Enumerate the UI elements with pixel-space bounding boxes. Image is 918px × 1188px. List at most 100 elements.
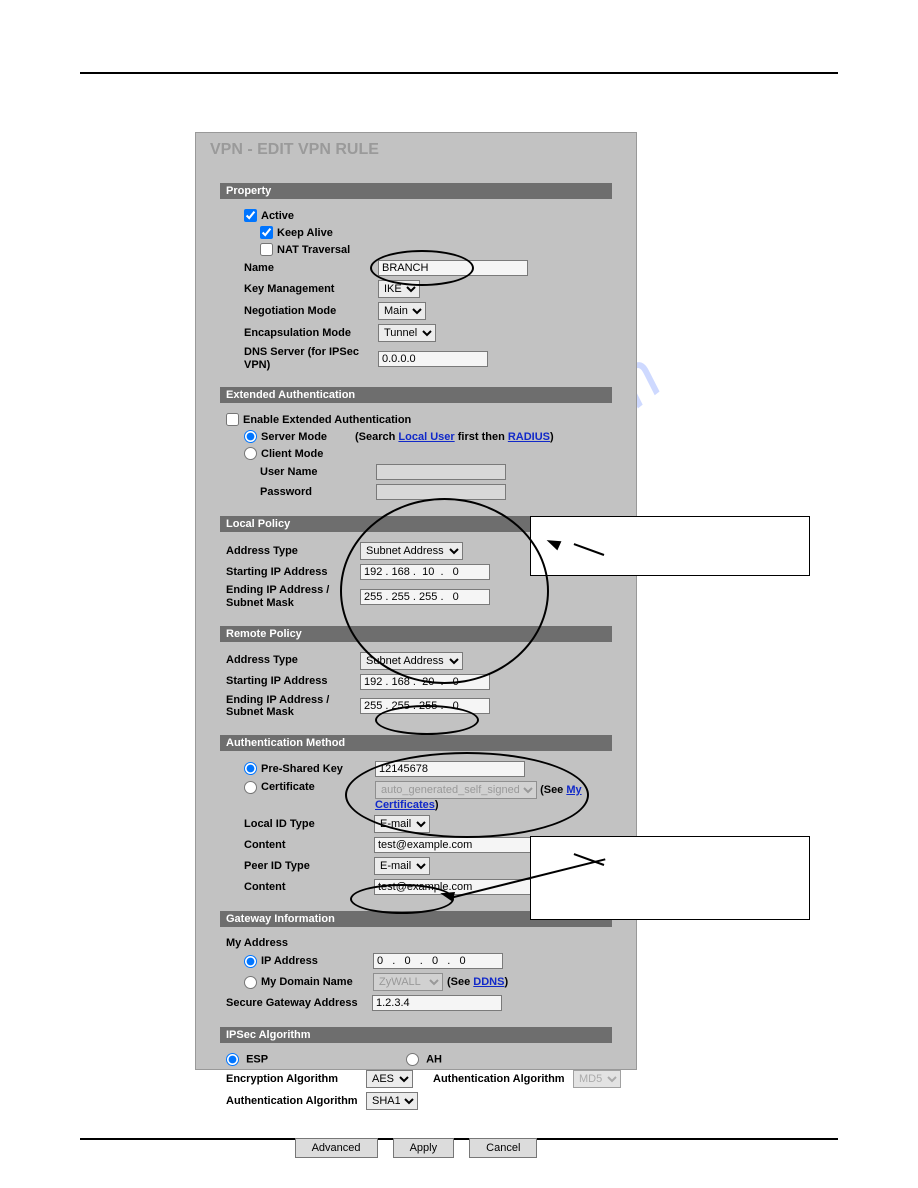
local-addrtype-select[interactable]: Subnet Address — [360, 542, 463, 560]
my-address-label: My Address — [226, 937, 360, 950]
server-mode-label: Server Mode — [261, 431, 355, 443]
local-user-link[interactable]: Local User — [398, 431, 454, 443]
psk-input[interactable] — [375, 761, 525, 777]
ah-label: AH — [426, 1054, 442, 1066]
remote-endip-label: Ending IP Address / Subnet Mask — [226, 694, 360, 719]
client-mode-label: Client Mode — [261, 448, 323, 460]
esp-radio[interactable] — [226, 1053, 239, 1066]
local-addrtype-label: Address Type — [226, 545, 360, 558]
auth-algo1-label: Authentication Algorithm — [226, 1095, 366, 1108]
cert-select[interactable]: auto_generated_self_signed_cert — [375, 781, 537, 799]
auth-algo2-label: Authentication Algorithm — [433, 1073, 573, 1086]
advanced-button[interactable]: Advanced — [295, 1138, 378, 1158]
my-domain-label: My Domain Name — [261, 976, 373, 989]
local-id-type-select[interactable]: E-mail — [374, 815, 430, 833]
auth-algo1-select[interactable]: SHA1 — [366, 1092, 418, 1110]
neg-mode-select[interactable]: Main — [378, 302, 426, 320]
remote-addrtype-select[interactable]: Subnet Address — [360, 652, 463, 670]
enable-extauth-label: Enable Extended Authentication — [243, 414, 411, 426]
ddns-link[interactable]: DDNS — [473, 976, 504, 988]
active-checkbox[interactable] — [244, 209, 257, 222]
divider-top — [80, 72, 838, 74]
password-input[interactable] — [376, 484, 506, 500]
enc-algo-label: Encryption Algorithm — [226, 1073, 366, 1086]
cancel-button[interactable]: Cancel — [469, 1138, 537, 1158]
server-hint-post: ) — [550, 431, 554, 443]
client-mode-radio[interactable] — [244, 447, 257, 460]
annotation-box-1 — [530, 516, 810, 576]
page-title: VPN - EDIT VPN RULE — [196, 133, 636, 167]
section-remote-head: Remote Policy — [220, 626, 612, 642]
remote-addrtype-label: Address Type — [226, 654, 360, 667]
section-extauth: Enable Extended Authentication Server Mo… — [220, 403, 612, 510]
keepalive-checkbox[interactable] — [260, 226, 273, 239]
cert-see-pre: (See — [540, 784, 566, 796]
radius-link[interactable]: RADIUS — [508, 431, 550, 443]
secure-gw-input[interactable] — [372, 995, 502, 1011]
local-endip-input[interactable] — [360, 589, 490, 605]
password-label: Password — [260, 486, 376, 499]
name-input[interactable] — [378, 260, 528, 276]
remote-startip-label: Starting IP Address — [226, 675, 360, 688]
section-ipsec-head: IPSec Algorithm — [220, 1027, 612, 1043]
encap-mode-select[interactable]: Tunnel — [378, 324, 436, 342]
cert-see-post: ) — [435, 799, 439, 811]
secure-gw-label: Secure Gateway Address — [226, 997, 372, 1010]
psk-label: Pre-Shared Key — [261, 763, 375, 776]
peer-content-label: Content — [244, 881, 374, 894]
my-ip-input[interactable] — [373, 953, 503, 969]
encap-mode-label: Encapsulation Mode — [244, 327, 378, 340]
section-auth-head: Authentication Method — [220, 735, 612, 751]
section-property: Active Keep Alive NAT Traversal Name Key… — [220, 199, 612, 381]
section-ipsec: ESP AH Encryption Algorithm AES Authenti… — [220, 1043, 612, 1120]
local-endip-label: Ending IP Address / Subnet Mask — [226, 584, 360, 609]
dns-label: DNS Server (for IPSec VPN) — [244, 346, 378, 371]
esp-label: ESP — [246, 1054, 268, 1066]
button-row: Advanced Apply Cancel — [220, 1120, 612, 1168]
server-hint: (Search Local User first then RADIUS) — [355, 431, 554, 443]
key-mgmt-select[interactable]: IKE — [378, 280, 420, 298]
remote-endip-input[interactable] — [360, 698, 490, 714]
enc-algo-select[interactable]: AES — [366, 1070, 413, 1088]
username-label: User Name — [260, 466, 376, 479]
peer-id-type-select[interactable]: E-mail — [374, 857, 430, 875]
annotation-box-2 — [530, 836, 810, 920]
local-content-input[interactable] — [374, 837, 534, 853]
server-hint-mid: first then — [455, 431, 508, 443]
dns-input[interactable] — [378, 351, 488, 367]
nat-traversal-checkbox[interactable] — [260, 243, 273, 256]
local-content-label: Content — [244, 839, 374, 852]
cert-label: Certificate — [261, 781, 375, 794]
psk-radio[interactable] — [244, 762, 257, 775]
domain-see-post: ) — [504, 976, 508, 988]
domain-see-pre: (See — [447, 976, 473, 988]
server-mode-radio[interactable] — [244, 430, 257, 443]
apply-button[interactable]: Apply — [393, 1138, 455, 1158]
section-gateway: My Address IP Address My Domain Name ZyW… — [220, 927, 612, 1022]
key-mgmt-label: Key Management — [244, 283, 378, 296]
section-remote: Address Type Subnet Address Starting IP … — [220, 642, 612, 729]
my-domain-radio[interactable] — [244, 976, 257, 989]
local-startip-label: Starting IP Address — [226, 566, 360, 579]
auth-algo2-select[interactable]: MD5 — [573, 1070, 621, 1088]
ah-radio[interactable] — [406, 1053, 419, 1066]
username-input[interactable] — [376, 464, 506, 480]
local-startip-input[interactable] — [360, 564, 490, 580]
section-extauth-head: Extended Authentication — [220, 387, 612, 403]
enable-extauth-checkbox[interactable] — [226, 413, 239, 426]
cert-radio[interactable] — [244, 781, 257, 794]
section-property-head: Property — [220, 183, 612, 199]
my-ip-label: IP Address — [261, 955, 373, 968]
local-id-type-label: Local ID Type — [244, 818, 374, 831]
vpn-edit-panel: VPN - EDIT VPN RULE Property Active Keep… — [195, 132, 637, 1070]
my-domain-select[interactable]: ZyWALL — [373, 973, 443, 991]
neg-mode-label: Negotiation Mode — [244, 305, 378, 318]
active-label: Active — [261, 210, 294, 222]
domain-see: (See DDNS) — [447, 976, 508, 988]
keepalive-label: Keep Alive — [277, 227, 333, 239]
server-hint-pre: (Search — [355, 431, 398, 443]
peer-id-type-label: Peer ID Type — [244, 860, 374, 873]
name-label: Name — [244, 262, 378, 275]
remote-startip-input[interactable] — [360, 674, 490, 690]
my-ip-radio[interactable] — [244, 955, 257, 968]
